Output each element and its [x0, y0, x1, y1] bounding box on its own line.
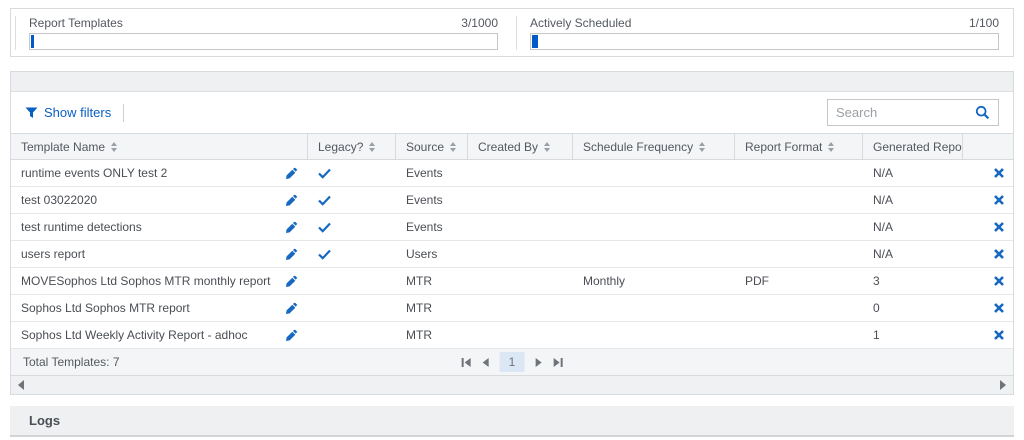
quota-progressbar [530, 33, 999, 50]
horizontal-scrollbar[interactable] [11, 375, 1013, 394]
generated-reports-value: N/A [873, 220, 893, 234]
column-header-template-name[interactable]: Template Name [11, 134, 308, 159]
edit-pencil-icon[interactable] [285, 329, 298, 342]
quota-progress-fill [31, 35, 34, 48]
column-header-schedule-frequency[interactable]: Schedule Frequency [573, 134, 735, 159]
scroll-left-icon[interactable] [18, 380, 24, 390]
pagination: 1 [461, 349, 564, 375]
generated-reports-value: 1 [873, 328, 880, 342]
panel-header-strip [11, 72, 1013, 92]
generated-reports-value: N/A [873, 193, 893, 207]
template-name: MOVESophos Ltd Sophos MTR monthly report [21, 274, 270, 288]
table-header-row: Template Name Legacy? Source Created By … [11, 133, 1013, 160]
quota-value: 1/100 [969, 16, 999, 30]
legacy-check-icon [318, 249, 331, 260]
source-value: Users [406, 247, 437, 261]
column-header-report-format[interactable]: Report Format [735, 134, 863, 159]
sort-icon[interactable] [699, 142, 705, 152]
delete-x-icon[interactable] [994, 330, 1004, 340]
column-header-legacy[interactable]: Legacy? [308, 134, 396, 159]
column-header-created-by[interactable]: Created By [468, 134, 573, 159]
column-header-source[interactable]: Source [396, 134, 468, 159]
show-filters-label: Show filters [44, 105, 111, 120]
source-value: Events [406, 220, 443, 234]
delete-x-icon[interactable] [994, 249, 1004, 259]
delete-x-icon[interactable] [994, 222, 1004, 232]
template-name: Sophos Ltd Weekly Activity Report - adho… [21, 328, 248, 342]
logs-section-header[interactable]: Logs [10, 406, 1014, 437]
total-templates-label: Total Templates: 7 [23, 355, 120, 369]
edit-pencil-icon[interactable] [285, 275, 298, 288]
quota-actively-scheduled: Actively Scheduled 1/100 [516, 16, 1013, 50]
quota-value: 3/1000 [461, 16, 498, 30]
generated-reports-value: 3 [873, 274, 880, 288]
legacy-check-icon [318, 168, 331, 179]
generated-reports-value: N/A [873, 166, 893, 180]
sort-icon[interactable] [544, 142, 550, 152]
template-name: runtime events ONLY test 2 [21, 166, 167, 180]
source-value: MTR [406, 328, 432, 342]
search-box[interactable] [827, 99, 999, 126]
quota-panel: Report Templates 3/1000 Actively Schedul… [10, 8, 1014, 57]
source-value: MTR [406, 274, 432, 288]
delete-x-icon[interactable] [994, 195, 1004, 205]
search-input[interactable] [836, 105, 975, 120]
table-body: runtime events ONLY test 2 Events N/A te… [11, 160, 1013, 349]
sort-icon[interactable] [828, 142, 834, 152]
generated-reports-value: 0 [873, 301, 880, 315]
column-header-generated-reports[interactable]: Generated Reports [863, 134, 963, 159]
legacy-check-icon [318, 222, 331, 233]
source-value: MTR [406, 301, 432, 315]
report-templates-panel: Show filters Template Name Legacy? Sourc… [10, 71, 1014, 395]
last-page-icon[interactable] [552, 357, 563, 368]
table-toolbar: Show filters [11, 92, 1013, 133]
legacy-check-icon [318, 195, 331, 206]
first-page-icon[interactable] [461, 357, 472, 368]
edit-pencil-icon[interactable] [285, 248, 298, 261]
page-number[interactable]: 1 [500, 352, 525, 372]
delete-x-icon[interactable] [994, 276, 1004, 286]
quota-report-templates: Report Templates 3/1000 [15, 16, 512, 50]
logs-title: Logs [29, 413, 60, 428]
toolbar-divider [123, 104, 124, 122]
template-name: test 03022020 [21, 193, 97, 207]
delete-x-icon[interactable] [994, 303, 1004, 313]
show-filters-button[interactable]: Show filters [25, 105, 111, 120]
sort-icon[interactable] [369, 142, 375, 152]
table-row[interactable]: runtime events ONLY test 2 Events N/A [11, 160, 1013, 187]
table-row[interactable]: users report Users N/A [11, 241, 1013, 268]
schedule-frequency-value: Monthly [583, 274, 625, 288]
sort-icon[interactable] [111, 142, 117, 152]
table-footer: Total Templates: 7 1 [11, 349, 1013, 375]
search-magnifier-icon[interactable] [975, 105, 990, 120]
delete-x-icon[interactable] [994, 168, 1004, 178]
filter-funnel-icon [25, 107, 38, 119]
edit-pencil-icon[interactable] [285, 221, 298, 234]
table-row[interactable]: MOVESophos Ltd Sophos MTR monthly report… [11, 268, 1013, 295]
templates-table: Template Name Legacy? Source Created By … [11, 133, 1013, 394]
next-page-icon[interactable] [534, 357, 542, 368]
template-name: test runtime detections [21, 220, 142, 234]
source-value: Events [406, 166, 443, 180]
template-name: users report [21, 247, 85, 261]
prev-page-icon[interactable] [482, 357, 490, 368]
quota-progressbar [29, 33, 498, 50]
scroll-right-icon[interactable] [1000, 380, 1006, 390]
sort-icon[interactable] [450, 142, 456, 152]
edit-pencil-icon[interactable] [285, 302, 298, 315]
report-format-value: PDF [745, 274, 769, 288]
source-value: Events [406, 193, 443, 207]
generated-reports-value: N/A [873, 247, 893, 261]
quota-progress-fill [532, 35, 538, 48]
edit-pencil-icon[interactable] [285, 194, 298, 207]
table-row[interactable]: test runtime detections Events N/A [11, 214, 1013, 241]
template-name: Sophos Ltd Sophos MTR report [21, 301, 190, 315]
table-row[interactable]: Sophos Ltd Weekly Activity Report - adho… [11, 322, 1013, 349]
table-row[interactable]: Sophos Ltd Sophos MTR report MTR 0 [11, 295, 1013, 322]
quota-label: Report Templates [29, 16, 123, 30]
quota-label: Actively Scheduled [530, 16, 631, 30]
column-header-actions [963, 134, 1013, 159]
edit-pencil-icon[interactable] [285, 167, 298, 180]
table-row[interactable]: test 03022020 Events N/A [11, 187, 1013, 214]
